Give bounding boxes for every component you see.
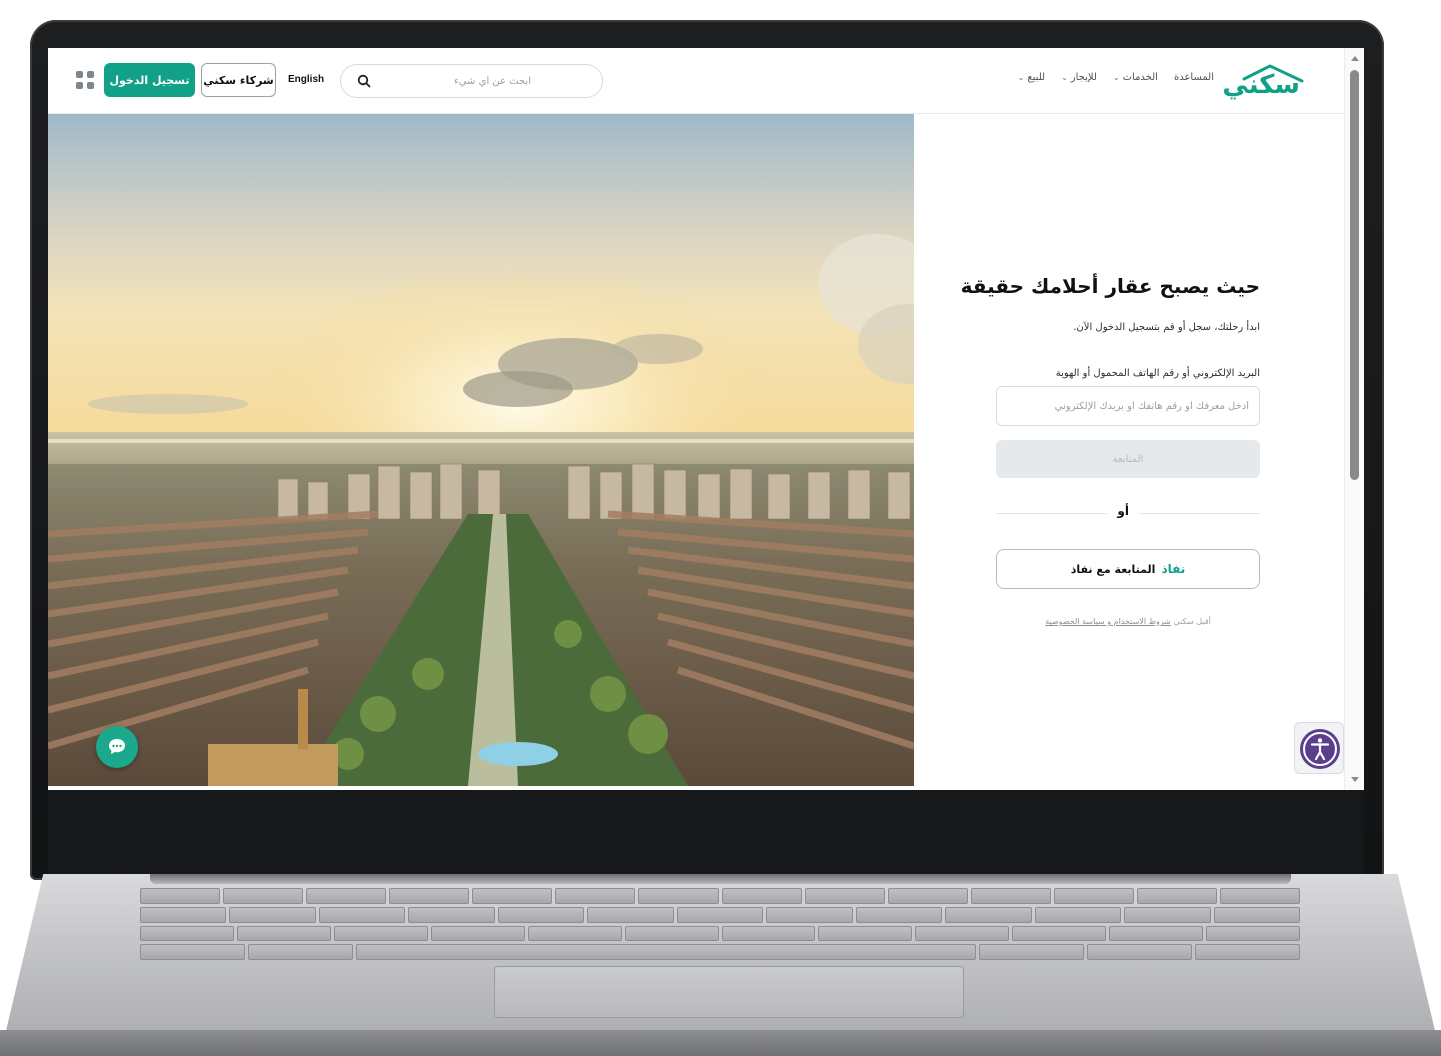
nav-item-label: المساعدة	[1173, 72, 1214, 83]
logo-text: سكني	[1222, 70, 1301, 100]
page-title: حيث يصبح عقار أحلامك حقيقة	[960, 274, 1260, 298]
nafath-logo: نفاذ	[1161, 562, 1186, 576]
scroll-thumb[interactable]	[1350, 70, 1359, 480]
login-panel: حيث يصبح عقار أحلامك حقيقة ابدأ رحلتك، س…	[914, 114, 1344, 790]
laptop-base-edge	[0, 1030, 1441, 1056]
chevron-down-icon: ⌄	[1061, 73, 1068, 82]
nav-item-help[interactable]: المساعدة	[1174, 72, 1214, 83]
partners-button[interactable]: شركاء سكني	[201, 63, 276, 97]
language-switch-link[interactable]: English	[288, 74, 324, 85]
page-subtitle: ابدأ رحلتك، سجل أو قم بتسجيل الدخول الآن…	[1073, 322, 1260, 333]
chevron-down-icon: ⌄	[1017, 73, 1025, 82]
terms-prefix: أقبل سكني	[1173, 617, 1211, 626]
login-button[interactable]: تسجيل الدخول	[104, 63, 195, 97]
search-box	[340, 64, 603, 98]
accessibility-button[interactable]	[1294, 722, 1344, 774]
nafath-button-label: المتابعة مع نفاذ	[1070, 562, 1156, 576]
or-separator: أو	[1107, 504, 1139, 518]
nav-item-rent[interactable]: للإيجار ⌄	[1061, 72, 1097, 83]
nav-item-label: الخدمات	[1122, 72, 1158, 83]
laptop-keyboard	[140, 888, 1301, 960]
sakani-logo[interactable]: سكني	[1222, 61, 1308, 101]
apps-grid-icon[interactable]	[76, 71, 94, 89]
main-nav: للبيع ⌄ للإيجار ⌄ الخدمات ⌄ المساعدة	[1018, 72, 1214, 83]
identifier-label: البريد الإلكتروني أو رقم الهاتف المحمول …	[1055, 368, 1260, 379]
continue-button[interactable]: المتابعة	[996, 440, 1260, 478]
nav-item-services[interactable]: الخدمات ⌄	[1113, 72, 1158, 83]
search-icon[interactable]	[357, 74, 371, 88]
laptop-trackpad	[494, 966, 964, 1018]
accessibility-icon	[1300, 729, 1340, 769]
hero-image	[48, 114, 914, 786]
nav-item-sale[interactable]: للبيع ⌄	[1018, 72, 1045, 83]
terms-link[interactable]: شروط الاستخدام و سياسة الخصوصية	[1045, 617, 1171, 626]
laptop-bezel	[48, 790, 1364, 874]
identifier-input[interactable]	[996, 386, 1260, 426]
browser-screen: تسجيل الدخول شركاء سكني English للبيع ⌄ …	[48, 48, 1364, 790]
chat-button[interactable]	[96, 726, 138, 768]
nav-item-label: للبيع	[1027, 72, 1046, 83]
search-input[interactable]	[381, 69, 591, 93]
scroll-up-icon[interactable]	[1351, 56, 1359, 61]
scroll-down-icon[interactable]	[1351, 777, 1359, 782]
terms-text: أقبل سكني شروط الاستخدام و سياسة الخصوصي…	[996, 617, 1260, 626]
page-scrollbar[interactable]	[1344, 48, 1364, 790]
nav-item-label: للإيجار	[1070, 72, 1097, 83]
nafath-login-button[interactable]: نفاذ المتابعة مع نفاذ	[996, 549, 1260, 589]
chat-icon	[109, 739, 125, 754]
city-aerial-image	[48, 114, 914, 786]
laptop-hinge	[150, 874, 1291, 884]
site-header: تسجيل الدخول شركاء سكني English للبيع ⌄ …	[48, 48, 1344, 114]
chevron-down-icon: ⌄	[1112, 73, 1120, 82]
